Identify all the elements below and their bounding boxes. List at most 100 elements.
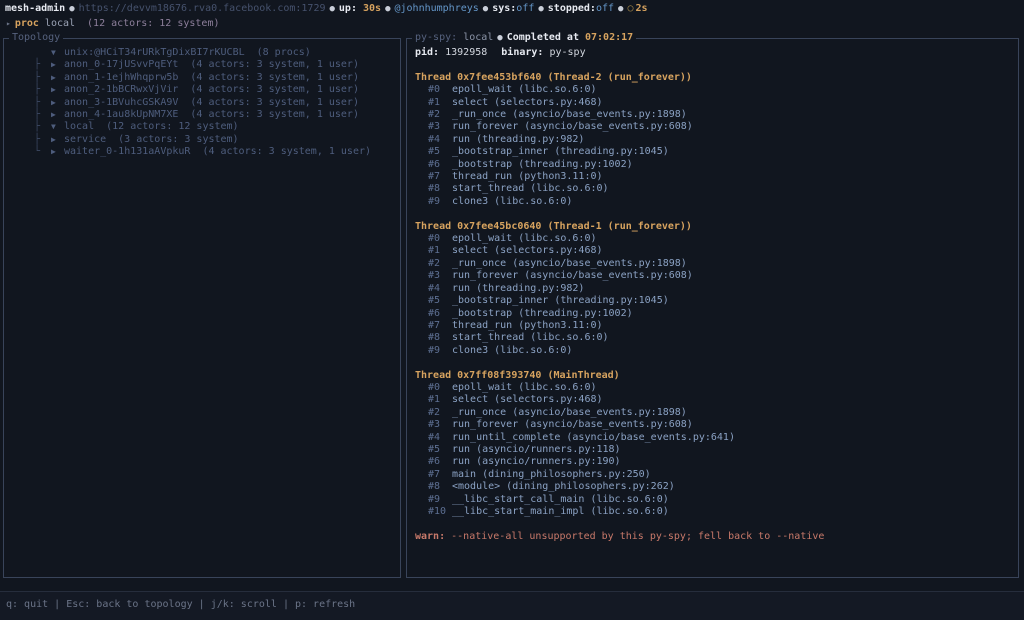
stack-frame: #7thread_run (python3.11:0) <box>415 171 1018 183</box>
frame-number: #1 <box>428 394 452 406</box>
tree-connector: ├ <box>34 121 51 133</box>
pyspy-title-target: local <box>463 32 493 43</box>
thread-block: Thread 0x7ff08f393740 (MainThread) #0epo… <box>415 370 1018 519</box>
pyspy-completed-time: 07:02:17 <box>585 32 633 43</box>
app-name: mesh-admin <box>5 3 65 14</box>
stack-frame: #5_bootstrap_inner (threading.py:1045) <box>415 295 1018 307</box>
topology-tree-row[interactable]: ├▶anon_1-1ejhWhqprw5b(4 actors: 3 system… <box>12 72 400 84</box>
frame-function: _run_once (asyncio/base_events.py:1898) <box>452 407 687 418</box>
frame-number: #8 <box>428 332 452 344</box>
frame-number: #4 <box>428 432 452 444</box>
frame-function: run_forever (asyncio/base_events.py:608) <box>452 270 693 281</box>
warn-line: warn: --native-all unsupported by this p… <box>415 531 1018 543</box>
collapse-arrow-icon[interactable]: ▸ <box>6 19 15 28</box>
stack-frame: #1select (selectors.py:468) <box>415 394 1018 406</box>
pyspy-title-app: py-spy: <box>415 32 457 43</box>
stack-frame: #6_bootstrap (threading.py:1002) <box>415 308 1018 320</box>
separator-dot: ● <box>325 4 338 14</box>
tree-connector: ├ <box>34 84 51 96</box>
tree-connector: ├ <box>34 72 51 84</box>
frame-function: run_until_complete (asyncio/base_events.… <box>452 432 735 443</box>
node-name: local <box>64 121 94 132</box>
frame-number: #3 <box>428 121 452 133</box>
topology-tree-row[interactable]: ├▶anon_4-1au8kUpNM7XE(4 actors: 3 system… <box>12 109 400 121</box>
frame-number: #6 <box>428 159 452 171</box>
topology-tree-row[interactable]: ├▶anon_3-1BVuhcGSKA9V(4 actors: 3 system… <box>12 97 400 109</box>
stack-frame: #5_bootstrap_inner (threading.py:1045) <box>415 146 1018 158</box>
frame-function: _bootstrap (threading.py:1002) <box>452 159 633 170</box>
sys-value: off <box>516 3 534 14</box>
stack-frame: #9__libc_start_call_main (libc.so.6:0) <box>415 494 1018 506</box>
frame-number: #8 <box>428 183 452 195</box>
frame-function: epoll_wait (libc.so.6:0) <box>452 84 597 95</box>
frame-number: #2 <box>428 258 452 270</box>
frame-function: start_thread (libc.so.6:0) <box>452 332 609 343</box>
stack-frame: #7main (dining_philosophers.py:250) <box>415 469 1018 481</box>
stack-frame: #9clone3 (libc.so.6:0) <box>415 345 1018 357</box>
uptime-value: 30s <box>363 3 381 14</box>
topology-panel-title: Topology <box>9 32 63 44</box>
tree-expand-icon[interactable]: ▶ <box>51 97 64 109</box>
topology-tree[interactable]: ▼unix:@HCiT34rURkTgDixBI7rKUCBL(8 procs)… <box>4 39 400 159</box>
separator-dot: ● <box>534 4 547 14</box>
frame-number: #3 <box>428 270 452 282</box>
topology-panel: Topology ▼unix:@HCiT34rURkTgDixBI7rKUCBL… <box>3 38 401 578</box>
pyspy-output[interactable]: pid: 1392958binary: py-spy Thread 0x7fee… <box>407 39 1018 543</box>
tree-expand-icon[interactable]: ▶ <box>51 146 64 158</box>
stack-frame: #8start_thread (libc.so.6:0) <box>415 332 1018 344</box>
frame-function: _run_once (asyncio/base_events.py:1898) <box>452 109 687 120</box>
topology-tree-row[interactable]: └▶waiter_0-1h131aAVpkuR(4 actors: 3 syst… <box>12 146 400 158</box>
stack-frame-list: #0epoll_wait (libc.so.6:0) #1select (sel… <box>415 382 1018 518</box>
topology-tree-row[interactable]: ▼unix:@HCiT34rURkTgDixBI7rKUCBL(8 procs) <box>12 47 400 59</box>
pyspy-panel-title: py-spy: local●Completed at 07:02:17 <box>412 32 636 44</box>
frame-number: #10 <box>428 506 452 518</box>
stopped-label: stopped: <box>548 3 596 14</box>
stack-frame: #2_run_once (asyncio/base_events.py:1898… <box>415 407 1018 419</box>
frame-number: #2 <box>428 407 452 419</box>
frame-function: __libc_start_main_impl (libc.so.6:0) <box>452 506 669 517</box>
thread-block: Thread 0x7fee45bc0640 (Thread-1 (run_for… <box>415 221 1018 357</box>
frame-number: #5 <box>428 444 452 456</box>
frame-number: #7 <box>428 469 452 481</box>
thread-list: Thread 0x7fee453bf640 (Thread-2 (run_for… <box>415 72 1018 519</box>
node-name: anon_1-1ejhWhqprw5b <box>64 72 178 83</box>
tree-expand-icon[interactable]: ▼ <box>51 121 64 133</box>
stack-frame: #4run (threading.py:982) <box>415 134 1018 146</box>
keybinding-help-bar: q: quit | Esc: back to topology | j/k: s… <box>0 591 1024 620</box>
tree-expand-icon[interactable]: ▶ <box>51 109 64 121</box>
frame-function: __libc_start_call_main (libc.so.6:0) <box>452 494 669 505</box>
tree-expand-icon[interactable]: ▶ <box>51 72 64 84</box>
frame-number: #5 <box>428 295 452 307</box>
tree-expand-icon[interactable]: ▶ <box>51 134 64 146</box>
stack-frame: #1select (selectors.py:468) <box>415 245 1018 257</box>
binary-value: py-spy <box>549 47 585 58</box>
node-actor-summary: (4 actors: 3 system, 1 user) <box>190 59 359 70</box>
topology-tree-row[interactable]: ├▶anon_2-1bBCRwxVjVir(4 actors: 3 system… <box>12 84 400 96</box>
pyspy-panel: py-spy: local●Completed at 07:02:17 pid:… <box>406 38 1019 578</box>
pid-value: 1392958 <box>445 47 487 58</box>
frame-function: clone3 (libc.so.6:0) <box>452 196 572 207</box>
frame-number: #6 <box>428 456 452 468</box>
stack-frame: #6run (asyncio/runners.py:190) <box>415 456 1018 468</box>
frame-function: run (threading.py:982) <box>452 134 584 145</box>
topology-tree-row[interactable]: ├▶anon_0-17jUSvvPqEYt(4 actors: 3 system… <box>12 59 400 71</box>
tree-expand-icon[interactable]: ▶ <box>51 84 64 96</box>
node-name: unix:@HCiT34rURkTgDixBI7rKUCBL <box>64 47 245 58</box>
frame-number: #3 <box>428 419 452 431</box>
frame-function: _bootstrap_inner (threading.py:1045) <box>452 146 669 157</box>
frame-function: <module> (dining_philosophers.py:262) <box>452 481 675 492</box>
stack-frame: #8<module> (dining_philosophers.py:262) <box>415 481 1018 493</box>
binary-label: binary: <box>501 47 543 58</box>
stack-frame: #3run_forever (asyncio/base_events.py:60… <box>415 270 1018 282</box>
frame-function: run (asyncio/runners.py:190) <box>452 456 621 467</box>
tree-expand-icon[interactable]: ▶ <box>51 59 64 71</box>
stack-frame: #1select (selectors.py:468) <box>415 97 1018 109</box>
username: @johnhumphreys <box>394 3 478 14</box>
separator-dot: ● <box>65 4 78 14</box>
topology-tree-row[interactable]: ├▶service(3 actors: 3 system) <box>12 134 400 146</box>
tree-expand-icon[interactable]: ▼ <box>51 47 64 59</box>
topology-tree-row[interactable]: ├▼local(12 actors: 12 system) <box>12 121 400 133</box>
tree-connector: ├ <box>34 109 51 121</box>
stack-frame: #9clone3 (libc.so.6:0) <box>415 196 1018 208</box>
frame-number: #1 <box>428 245 452 257</box>
